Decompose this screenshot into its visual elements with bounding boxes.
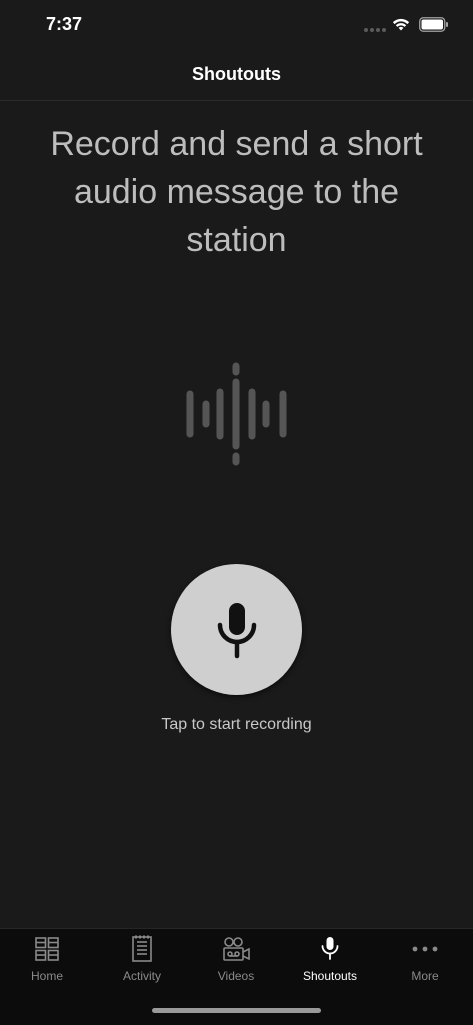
cellular-signal-icon <box>364 28 386 32</box>
tab-label: Home <box>30 969 63 983</box>
tab-label: More <box>411 969 439 983</box>
wifi-icon <box>392 18 410 31</box>
status-time: 7:37 <box>46 14 83 34</box>
audio-waveform-icon <box>186 362 287 466</box>
tab-activity[interactable]: Activity <box>95 935 189 991</box>
page-title: Shoutouts <box>192 64 281 84</box>
grid-icon <box>35 937 59 961</box>
record-button[interactable] <box>171 564 302 695</box>
tab-more[interactable]: More <box>378 935 472 991</box>
nav-header: Shoutouts <box>0 52 473 101</box>
video-camera-icon <box>223 937 250 961</box>
tab-shoutouts[interactable]: Shoutouts <box>283 935 377 991</box>
battery-icon <box>419 17 448 32</box>
record-hint: Tap to start recording <box>161 716 312 733</box>
ellipsis-icon <box>412 946 438 952</box>
tab-label: Videos <box>217 969 255 983</box>
home-indicator[interactable] <box>152 1008 321 1013</box>
tab-label: Shoutouts <box>302 969 358 983</box>
microphone-icon <box>217 602 256 658</box>
tab-label: Activity <box>122 969 161 983</box>
tab-videos[interactable]: Videos <box>189 935 283 991</box>
status-bar: 7:37 <box>0 0 473 52</box>
tab-home[interactable]: Home <box>0 935 94 991</box>
microphone-icon <box>321 937 339 960</box>
instruction-headline: Record and send a short audio message to… <box>50 125 423 259</box>
document-list-icon <box>132 935 152 962</box>
